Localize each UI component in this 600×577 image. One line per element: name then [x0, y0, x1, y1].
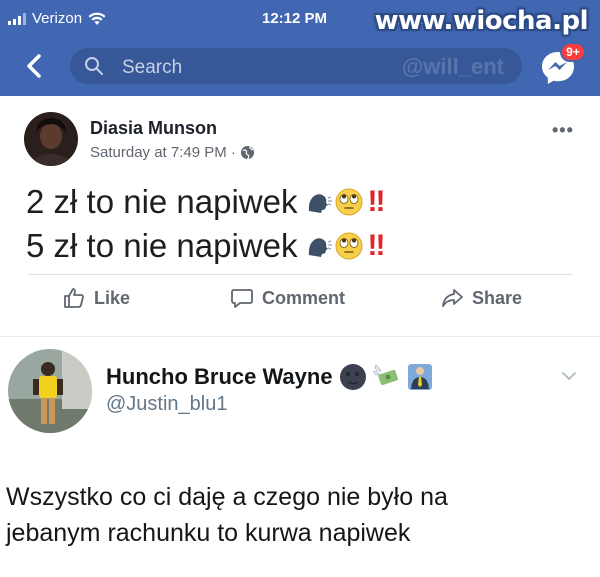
divider: [28, 274, 573, 275]
share-icon: [442, 289, 463, 307]
nav-bar: Search @will_ent 9+: [0, 40, 600, 92]
post-actions: Like Comment Share: [0, 280, 600, 324]
wifi-icon: [88, 12, 106, 25]
tweet-text: Wszystko co ci daję a czego nie było na …: [6, 479, 596, 551]
post-author[interactable]: Diasia Munson: [90, 118, 217, 139]
comment-label: Comment: [262, 287, 346, 308]
share-button[interactable]: Share: [440, 286, 522, 310]
search-placeholder: Search: [122, 57, 183, 78]
post-body: 2 zł to nie napiwek !! 5 zł to nie napiw: [26, 180, 386, 268]
status-time: 12:12 PM: [262, 10, 328, 27]
back-arrow-icon[interactable]: [22, 52, 46, 80]
tweet-text-line: jebanym rachunku to kurwa napiwek: [6, 519, 411, 547]
like-label: Like: [94, 287, 131, 308]
status-left: Verizon: [8, 10, 106, 27]
tweet-handle[interactable]: @Justin_blu1: [106, 393, 227, 416]
post-meta: Saturday at 7:49 PM ·: [90, 144, 255, 161]
search-icon: [85, 57, 103, 75]
status-bar: Verizon 12:12 PM ✦ 38% www.wiocha.pl: [0, 0, 600, 36]
facebook-header: Verizon 12:12 PM ✦ 38% www.wiocha.pl Sea…: [0, 0, 600, 96]
tweet-text-line: Wszystko co ci daję a czego nie było na: [6, 483, 448, 511]
eye-roll-emoji-icon: [335, 188, 362, 216]
person-in-suit-icon: [407, 364, 432, 390]
tweet-author: Huncho Bruce Wayne: [106, 363, 433, 391]
facebook-post: Diasia Munson Saturday at 7:49 PM · ••• …: [0, 96, 600, 336]
emoji-group: [306, 231, 364, 261]
site-watermark: www.wiocha.pl: [374, 6, 589, 36]
messenger-badge: 9+: [560, 42, 586, 62]
more-options-icon[interactable]: •••: [552, 120, 574, 141]
post-line: 2 zł to nie napiwek !!: [26, 180, 386, 224]
avatar[interactable]: [8, 349, 92, 433]
avatar-image: [24, 112, 78, 166]
thumbs-up-icon: [64, 288, 84, 308]
comment-button[interactable]: Comment: [230, 286, 345, 310]
post-line: 5 zł to nie napiwek !!: [26, 224, 386, 268]
speaking-head-icon: [308, 238, 332, 257]
money-with-wings-icon: [373, 364, 398, 386]
avatar-image: [8, 349, 92, 433]
exclamation-marks: !!: [367, 229, 386, 262]
share-label: Share: [472, 287, 523, 308]
new-moon-face-icon: [339, 364, 366, 390]
carrier-label: Verizon: [32, 10, 83, 27]
tweet-author-name[interactable]: Huncho Bruce Wayne: [106, 364, 333, 390]
like-button[interactable]: Like: [62, 286, 130, 310]
post-line-text: 2 zł to nie napiwek: [26, 183, 298, 220]
post-line-text: 5 zł to nie napiwek: [26, 227, 298, 264]
search-watermark: @will_ent: [401, 54, 504, 79]
post-timestamp[interactable]: Saturday at 7:49 PM ·: [90, 144, 236, 161]
emoji-group: [306, 187, 364, 217]
avatar[interactable]: [24, 112, 78, 166]
eye-roll-emoji-icon: [335, 232, 362, 260]
globe-icon: [240, 145, 254, 160]
speaking-head-icon: [308, 194, 332, 213]
exclamation-marks: !!: [367, 185, 386, 218]
comment-icon: [231, 289, 253, 308]
signal-icon: [8, 12, 26, 25]
tweet-card: Huncho Bruce Wayne @Justin_blu1 Wszystko…: [0, 336, 600, 577]
search-input[interactable]: Search @will_ent: [70, 48, 522, 84]
chevron-down-icon[interactable]: [560, 367, 578, 385]
